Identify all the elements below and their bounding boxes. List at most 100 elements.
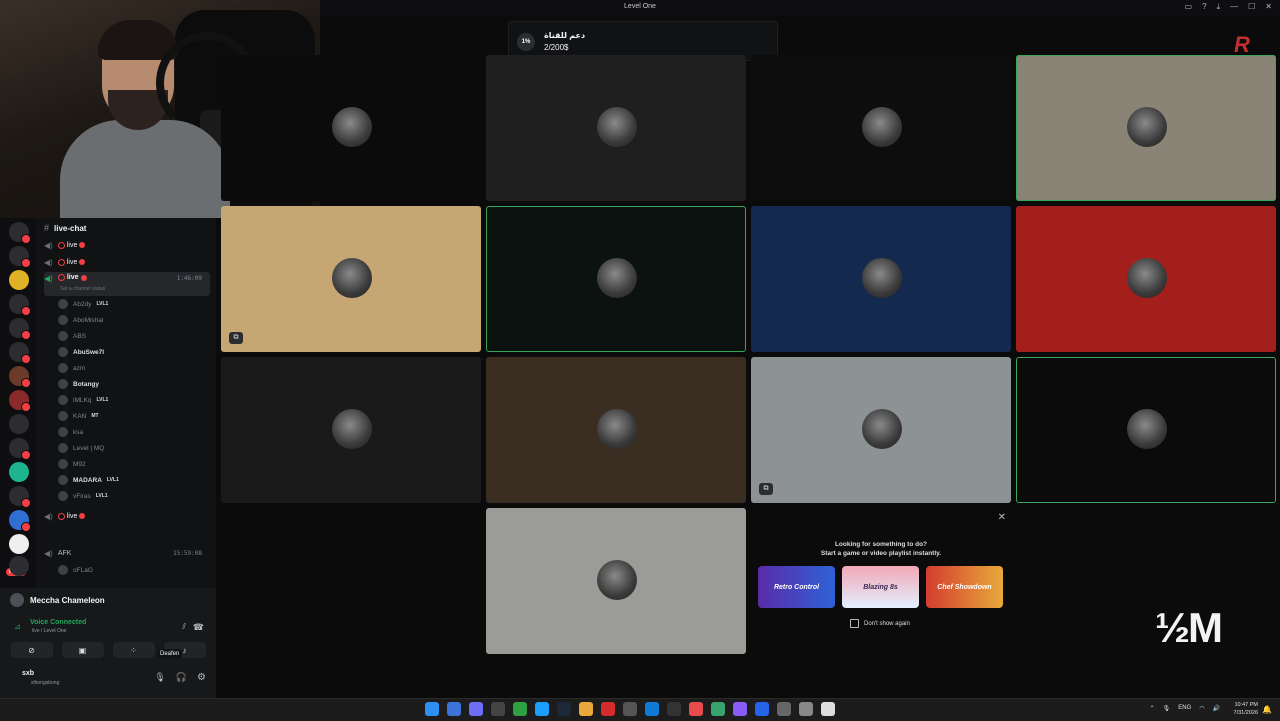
server-icon[interactable] [9,246,31,268]
app-icon[interactable] [491,702,505,716]
voice-member[interactable]: ABS [58,329,208,343]
voice-channel-path[interactable]: live / Level One [32,628,66,634]
headphones-icon[interactable]: 🎧 [176,672,187,683]
voice-participant-tile[interactable] [221,55,481,201]
voice-participant-tile[interactable] [1016,357,1276,503]
settings-icon[interactable] [799,702,813,716]
minimize-button[interactable]: — [1230,2,1238,12]
voice-channel-live[interactable]: ◀) live [44,509,210,523]
voice-participant-tile[interactable] [751,55,1011,201]
voice-participant-tile[interactable]: ⧉ [221,206,481,352]
help-icon[interactable]: ? [1202,2,1206,12]
server-icon[interactable] [9,556,29,576]
channel-live-chat[interactable]: # live-chat [44,221,210,235]
dont-show-again[interactable]: Don't show again [850,619,910,628]
discord-icon[interactable] [469,702,483,716]
app-icon[interactable] [777,702,791,716]
server-icon[interactable] [9,294,31,316]
afk-member[interactable]: oFLaG [58,563,208,577]
voice-member[interactable]: azm [58,361,208,375]
app-icon[interactable] [535,702,549,716]
microphone-icon[interactable]: 🎙 [154,672,165,683]
game-retro-control[interactable]: Retro Control [758,566,835,608]
app-icon[interactable] [513,702,527,716]
voice-member[interactable]: AboMishal [58,313,208,327]
voice-member[interactable]: iMLKq LVL1 [58,393,208,407]
voice-participant-tile[interactable] [221,357,481,503]
channel-status-hint[interactable]: Set a channel status [60,286,105,292]
chevron-up-icon[interactable]: ⌃ [1150,705,1155,712]
close-button[interactable]: ✕ [1265,2,1272,12]
edge-icon[interactable] [645,702,659,716]
voice-participant-tile[interactable] [486,206,746,352]
disconnect-icon[interactable]: ☎ [193,622,204,633]
voice-participant-tile[interactable] [1016,206,1276,352]
download-icon[interactable]: ⤓ [1217,2,1221,12]
voice-participant-tile[interactable] [486,55,746,201]
server-icon[interactable] [9,486,31,508]
voice-participant-tile[interactable]: ⧉ [751,357,1011,503]
camera-off-button[interactable]: ⊘ [10,642,53,658]
username[interactable]: sxb [22,670,34,677]
server-icon[interactable] [9,438,31,460]
system-clock[interactable]: 10:47 PM 7/31/2026 [1234,701,1258,717]
server-icon[interactable] [9,534,29,554]
voice-participant-tile[interactable] [751,206,1011,352]
screen-share-button[interactable]: ▣ [61,642,104,658]
app-icon[interactable] [689,702,703,716]
voice-connected-status[interactable]: Voice Connected [30,619,86,626]
chrome-icon[interactable] [579,702,593,716]
voice-member[interactable]: M92 [58,457,208,471]
app-icon[interactable] [667,702,681,716]
mic-icon[interactable]: 🎙 [1163,705,1171,712]
noise-suppression-icon[interactable]: ⫽ [182,622,186,632]
voice-member[interactable]: MADARA LVL1 [58,473,208,487]
voice-channel-live[interactable]: ◀) live [44,238,210,252]
app-icon[interactable] [821,702,835,716]
checkbox[interactable] [850,619,859,628]
app-icon[interactable] [623,702,637,716]
game-chef-showdown[interactable]: Chef Showdown [926,566,1003,608]
voice-member[interactable]: Botangy [58,377,208,391]
activity-user[interactable]: Meccha Chameleon [10,593,105,607]
activities-button[interactable]: ⁘ [112,642,155,658]
game-blazing-8s[interactable]: Blazing 8s [842,566,919,608]
settings-gear-icon[interactable]: ⚙ [197,672,206,683]
server-icon[interactable] [9,414,29,434]
voice-participant-tile[interactable] [486,357,746,503]
copilot-icon[interactable] [447,702,461,716]
server-icon[interactable] [9,222,31,244]
voice-member[interactable]: vFiras LVL1 [58,489,208,503]
app-icon[interactable] [711,702,725,716]
voice-member[interactable]: Level | MQ [58,441,208,455]
voice-channel-afk[interactable]: ◀) AFK 15:59:08 [44,546,210,560]
server-icon[interactable] [9,270,29,290]
voice-member[interactable]: AbuSwe7l [58,345,208,359]
volume-icon[interactable]: 🔊 [1213,705,1220,712]
server-icon[interactable] [9,342,31,364]
voice-participant-tile[interactable] [1016,55,1276,201]
voice-member[interactable]: ksa [58,425,208,439]
maximize-button[interactable]: ☐ [1248,2,1255,12]
inbox-icon[interactable]: ▭ [1185,2,1193,12]
server-icon[interactable] [9,462,29,482]
opera-icon[interactable] [601,702,615,716]
voice-member[interactable]: Ab2dy LVL1 [58,297,208,311]
notification-icon[interactable]: 🔔 [1262,705,1272,714]
voice-participant-tile[interactable] [486,508,746,654]
language-indicator[interactable]: ENG [1178,705,1191,712]
server-icon[interactable] [9,318,31,340]
steam-icon[interactable] [557,702,571,716]
server-icon[interactable] [9,390,31,412]
app-icon[interactable] [733,702,747,716]
voice-channel-live[interactable]: ◀) live [44,255,210,269]
server-icon[interactable] [9,510,31,532]
app-icon[interactable] [755,702,769,716]
server-icon[interactable] [9,366,31,388]
wifi-icon[interactable]: ◠ [1199,705,1204,712]
signal-icon[interactable]: ⊿ [14,622,21,631]
start-icon[interactable] [425,702,439,716]
close-icon[interactable]: ✕ [998,512,1006,523]
voice-channel-live-active[interactable]: ◀) live 1:46:09 [44,272,210,296]
voice-member[interactable]: KAN MT [58,409,208,423]
